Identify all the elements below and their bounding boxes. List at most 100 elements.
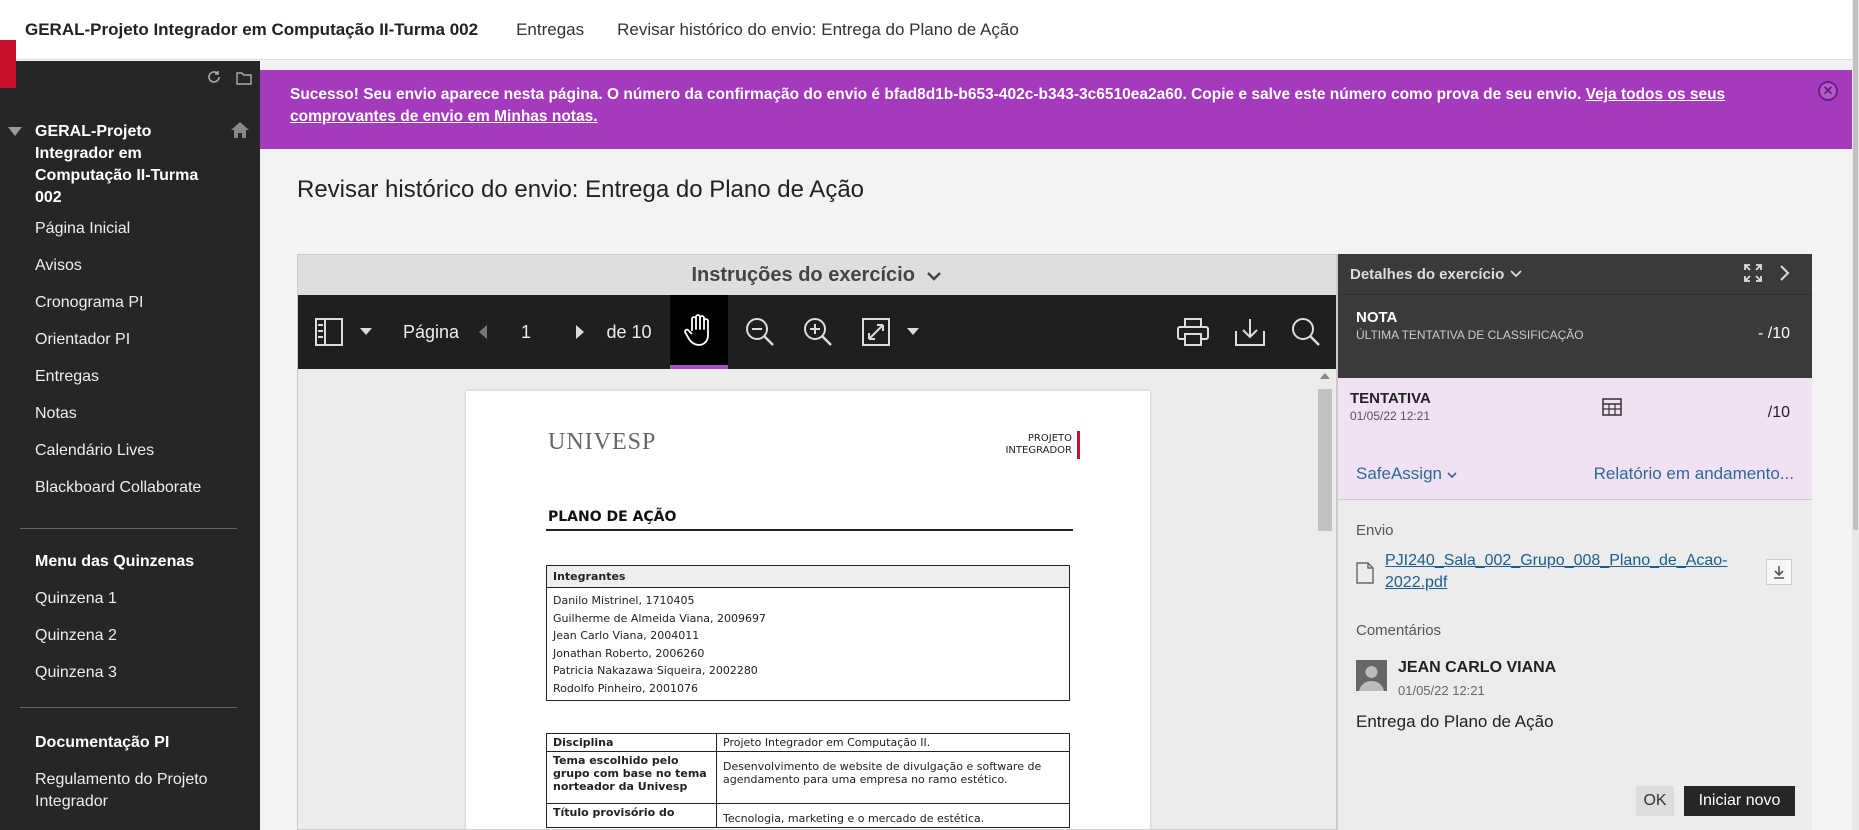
- breadcrumb: GERAL-Projeto Integrador em Computação I…: [0, 0, 1852, 60]
- start-new-button[interactable]: Iniciar novo: [1684, 786, 1795, 816]
- members-header: Integrantes: [547, 566, 1069, 588]
- table-row: Tema escolhido pelo grupo com base no te…: [546, 751, 1070, 804]
- document-viewer: Instruções do exercício Página 1 de 10 U…: [297, 254, 1337, 830]
- red-accent-bar: [1077, 431, 1080, 459]
- search-icon[interactable]: [1286, 295, 1326, 369]
- zoom-in-icon[interactable]: [798, 295, 838, 369]
- sidebar-item-cronograma[interactable]: Cronograma PI: [35, 292, 201, 329]
- instructions-toggle[interactable]: Instruções do exercício: [298, 255, 1336, 295]
- sidebar-item-collaborate[interactable]: Blackboard Collaborate: [35, 477, 201, 514]
- sidebar-item-avisos[interactable]: Avisos: [35, 255, 201, 292]
- project-info-table: Disciplina Projeto Integrador em Computaç…: [546, 733, 1070, 828]
- assignment-details-panel: Detalhes do exercício NOTA ÚLTIMA TENTAT…: [1337, 254, 1812, 830]
- chevron-down-icon: [1510, 270, 1522, 278]
- instructions-label: Instruções do exercício: [691, 264, 915, 286]
- table-key: Tema escolhido pelo grupo com base no te…: [546, 751, 717, 804]
- sidebar-divider: [20, 707, 237, 708]
- member-row: Patricia Nakazawa Siqueira, 2002280: [553, 664, 758, 677]
- details-header-label: Detalhes do exercício: [1350, 265, 1505, 283]
- collapse-triangle-icon[interactable]: [8, 127, 22, 136]
- window-scrollbar-thumb[interactable]: [1853, 0, 1858, 530]
- scroll-up-arrow-icon[interactable]: [1320, 373, 1330, 379]
- member-row: Jonathan Roberto, 2006260: [553, 646, 705, 660]
- ok-button[interactable]: OK: [1636, 786, 1674, 816]
- menu-toggle-tab[interactable]: [0, 40, 16, 88]
- attempt-section[interactable]: TENTATIVA 01/05/22 12:21 /10 SafeAssign …: [1338, 378, 1812, 500]
- folder-icon[interactable]: [236, 69, 252, 90]
- sidebar-item-pagina-inicial[interactable]: Página Inicial: [35, 218, 201, 255]
- chevron-down-icon: [1447, 472, 1457, 479]
- page-number-input[interactable]: 1: [508, 295, 544, 369]
- sidebar-documentacao: Documentação PI Regulamento do Projeto I…: [35, 732, 235, 810]
- fit-dropdown-icon[interactable]: [903, 295, 923, 369]
- next-page-icon[interactable]: [570, 295, 590, 369]
- grade-subtitle: ÚLTIMA TENTATIVA DE CLASSIFICAÇÃO: [1356, 328, 1584, 342]
- sidebar-tools: [206, 69, 252, 90]
- fit-page-icon[interactable]: [856, 295, 896, 369]
- rubric-grid-icon[interactable]: [1602, 398, 1622, 421]
- success-message: Sucesso! Seu envio aparece nesta página.…: [290, 86, 1586, 103]
- sidebar-item-regulamento[interactable]: Regulamento do Projeto Integrador: [35, 769, 235, 810]
- sidebar-item-calendario[interactable]: Calendário Lives: [35, 440, 201, 477]
- table-key: Título provisório do: [546, 803, 717, 828]
- table-row: Disciplina Projeto Integrador em Computaç…: [546, 733, 1070, 752]
- attempt-date: 01/05/22 12:21: [1350, 409, 1431, 423]
- members-table: Integrantes Danilo Mistrinel, 1710405 Gu…: [546, 565, 1070, 701]
- page-count: de 10: [606, 321, 652, 342]
- print-icon[interactable]: [1173, 295, 1213, 369]
- panel-dropdown-icon[interactable]: [356, 295, 376, 369]
- univesp-logo: UNIVESP: [548, 429, 657, 455]
- submission-label: Envio: [1356, 522, 1394, 539]
- download-file-button[interactable]: [1766, 559, 1792, 585]
- safeassign-label: SafeAssign: [1356, 464, 1442, 483]
- download-icon[interactable]: [1230, 295, 1270, 369]
- comments-label: Comentários: [1356, 622, 1442, 639]
- download-icon: [1774, 566, 1784, 579]
- sidebar-heading-quinzenas[interactable]: Menu das Quinzenas: [35, 551, 194, 588]
- document-scrollbar[interactable]: [1316, 369, 1334, 829]
- member-row: Guilherme de Almeida Viana, 2009697: [553, 611, 767, 625]
- sidebar-item-quinzena-2[interactable]: Quinzena 2: [35, 625, 194, 662]
- submitted-file-link[interactable]: PJI240_Sala_002_Grupo_008_Plano_de_Acao-…: [1385, 550, 1755, 594]
- details-header[interactable]: Detalhes do exercício: [1338, 254, 1812, 294]
- report-status-link[interactable]: Relatório em andamento...: [1594, 464, 1794, 484]
- course-menu-sidebar: GERAL-Projeto Integrador em Computação I…: [0, 40, 260, 830]
- proj-line-1: PROJETO: [1027, 433, 1072, 444]
- pan-hand-icon[interactable]: [670, 295, 728, 369]
- expand-icon[interactable]: [1744, 264, 1762, 286]
- sidebar-item-orientador[interactable]: Orientador PI: [35, 329, 201, 366]
- home-icon[interactable]: [230, 121, 250, 145]
- breadcrumb-course[interactable]: GERAL-Projeto Integrador em Computação I…: [25, 20, 478, 40]
- breadcrumb-current: Revisar histórico do envio: Entrega do P…: [617, 19, 1019, 39]
- sidebar-panel-icon[interactable]: [308, 295, 350, 369]
- breadcrumb-entregas[interactable]: Entregas: [516, 20, 584, 40]
- chevron-right-icon[interactable]: [1780, 264, 1790, 286]
- attempt-score: /10: [1767, 404, 1790, 421]
- projeto-integrador-label: PROJETO INTEGRADOR: [1005, 433, 1072, 457]
- safeassign-dropdown[interactable]: SafeAssign: [1356, 464, 1457, 484]
- table-row: Título provisório do Tecnologia, marketin…: [546, 803, 1070, 828]
- chevron-down-icon: [927, 272, 942, 281]
- sidebar-item-notas[interactable]: Notas: [35, 403, 201, 440]
- window-scrollbar[interactable]: [1852, 0, 1859, 830]
- table-value: Desenvolvimento de website de divulgação…: [716, 751, 1070, 804]
- proj-line-2: INTEGRADOR: [1005, 445, 1072, 456]
- document-heading: PLANO DE AÇÃO: [548, 509, 677, 525]
- sidebar-quinzenas: Menu das Quinzenas Quinzena 1 Quinzena 2…: [35, 551, 194, 699]
- sidebar-item-quinzena-1[interactable]: Quinzena 1: [35, 588, 194, 625]
- sidebar-heading-documentacao[interactable]: Documentação PI: [35, 732, 235, 769]
- zoom-out-icon[interactable]: [740, 295, 780, 369]
- viewer-toolbar: Página 1 de 10: [298, 295, 1336, 369]
- grade-title: NOTA: [1356, 309, 1398, 326]
- previous-page-icon[interactable]: [473, 295, 493, 369]
- course-heading[interactable]: GERAL-Projeto Integrador em Computação I…: [0, 121, 260, 209]
- sidebar-item-entregas[interactable]: Entregas: [35, 366, 201, 403]
- document-area[interactable]: UNIVESP PROJETO INTEGRADOR PLANO DE AÇÃO…: [298, 369, 1336, 829]
- member-row: Jean Carlo Viana, 2004011: [553, 629, 700, 642]
- refresh-icon[interactable]: [206, 69, 222, 90]
- sidebar-item-quinzena-3[interactable]: Quinzena 3: [35, 662, 194, 699]
- document-scrollbar-thumb[interactable]: [1318, 389, 1332, 531]
- sidebar-nav: Página Inicial Avisos Cronograma PI Orie…: [35, 218, 201, 514]
- close-banner-icon[interactable]: ✕: [1818, 81, 1838, 101]
- attempt-title: TENTATIVA: [1350, 390, 1431, 407]
